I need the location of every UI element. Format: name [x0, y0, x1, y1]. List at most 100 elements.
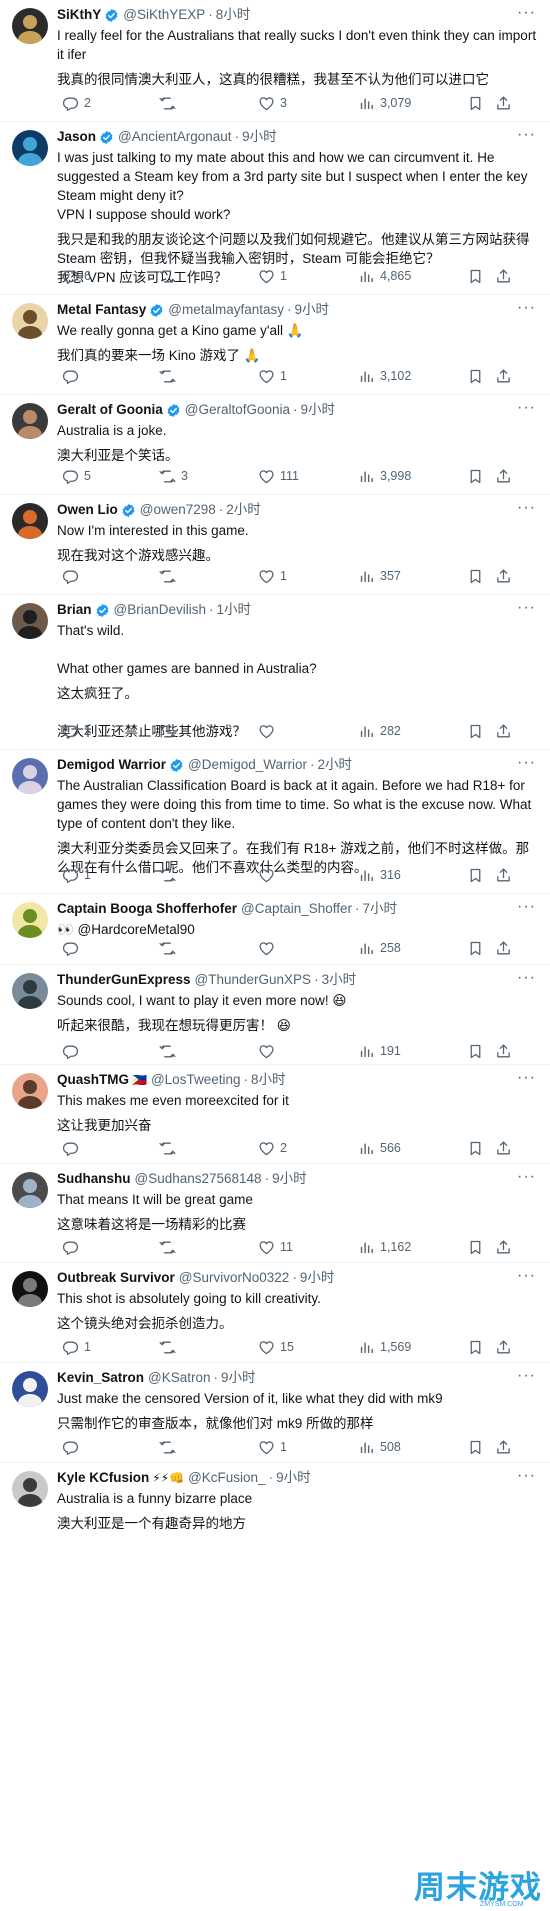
- tweet-item[interactable]: ··· Owen Lio @owen7298 · 2小时 Now I'm interest…: [0, 495, 550, 595]
- user-handle[interactable]: @LosTweeting: [151, 1071, 241, 1089]
- share-button[interactable]: [490, 1438, 512, 1456]
- avatar[interactable]: [12, 973, 48, 1009]
- retweet-button[interactable]: [154, 939, 181, 957]
- display-name[interactable]: QuashTMG: [57, 1071, 129, 1089]
- reply-button[interactable]: 1: [57, 866, 91, 884]
- avatar[interactable]: [12, 8, 48, 44]
- retweet-button[interactable]: 3: [154, 467, 188, 485]
- bookmark-button[interactable]: [462, 1438, 484, 1456]
- timestamp[interactable]: 9小时: [300, 1269, 335, 1287]
- user-handle[interactable]: @Sudhans27568148: [135, 1170, 262, 1188]
- display-name[interactable]: Sudhanshu: [57, 1170, 131, 1188]
- user-handle[interactable]: @metalmayfantasy: [168, 301, 284, 319]
- views-button[interactable]: 566: [353, 1139, 401, 1157]
- share-button[interactable]: [490, 866, 512, 884]
- share-button[interactable]: [490, 367, 512, 385]
- display-name[interactable]: Demigod Warrior: [57, 756, 166, 774]
- tweet-item[interactable]: ··· Jason @AncientArgonaut · 9小时 I was just t…: [0, 122, 550, 295]
- reply-button[interactable]: [57, 1042, 84, 1060]
- like-button[interactable]: 3: [253, 94, 287, 112]
- share-button[interactable]: [490, 939, 512, 957]
- avatar[interactable]: [12, 1073, 48, 1109]
- timestamp[interactable]: 9小时: [276, 1469, 311, 1487]
- reply-button[interactable]: 6: [57, 267, 91, 285]
- avatar[interactable]: [12, 503, 48, 539]
- bookmark-button[interactable]: [462, 467, 484, 485]
- share-button[interactable]: [490, 567, 512, 585]
- share-button[interactable]: [490, 467, 512, 485]
- avatar[interactable]: [12, 1271, 48, 1307]
- like-button[interactable]: [253, 939, 280, 957]
- reply-button[interactable]: [57, 567, 84, 585]
- bookmark-button[interactable]: [462, 567, 484, 585]
- like-button[interactable]: [253, 722, 280, 740]
- display-name[interactable]: Owen Lio: [57, 501, 118, 519]
- avatar[interactable]: [12, 403, 48, 439]
- tweet-item[interactable]: ··· Demigod Warrior @Demigod_Warrior · 2小时 Th…: [0, 750, 550, 894]
- avatar[interactable]: [12, 902, 48, 938]
- tweet-item[interactable]: ··· QuashTMG 🇵🇭 @LosTweeting · 8小时 This makes …: [0, 1065, 550, 1164]
- display-name[interactable]: Outbreak Survivor: [57, 1269, 175, 1287]
- retweet-button[interactable]: [154, 1438, 181, 1456]
- display-name[interactable]: ThunderGunExpress: [57, 971, 191, 989]
- like-button[interactable]: 1: [253, 267, 287, 285]
- timestamp[interactable]: 1小时: [217, 601, 252, 619]
- retweet-button[interactable]: [154, 1338, 181, 1356]
- like-button[interactable]: [253, 1042, 280, 1060]
- timestamp[interactable]: 9小时: [242, 128, 277, 146]
- avatar[interactable]: [12, 303, 48, 339]
- avatar[interactable]: [12, 758, 48, 794]
- user-handle[interactable]: @SiKthYEXP: [123, 6, 205, 24]
- user-handle[interactable]: @owen7298: [140, 501, 216, 519]
- display-name[interactable]: Brian: [57, 601, 92, 619]
- avatar[interactable]: [12, 1371, 48, 1407]
- share-button[interactable]: [490, 267, 512, 285]
- display-name[interactable]: Captain Booga Shofferhofer: [57, 900, 237, 918]
- retweet-button[interactable]: [154, 1042, 181, 1060]
- retweet-button[interactable]: [154, 94, 181, 112]
- timestamp[interactable]: 9小时: [295, 301, 330, 319]
- retweet-button[interactable]: [154, 1139, 181, 1157]
- tweet-item[interactable]: ··· Metal Fantasy @metalmayfantasy · 9小时 We r…: [0, 295, 550, 395]
- display-name[interactable]: Geralt of Goonia: [57, 401, 163, 419]
- avatar[interactable]: [12, 603, 48, 639]
- display-name[interactable]: Kevin_Satron: [57, 1369, 144, 1387]
- bookmark-button[interactable]: [462, 939, 484, 957]
- user-handle[interactable]: @SurvivorNo0322: [179, 1269, 290, 1287]
- views-button[interactable]: 508: [353, 1438, 401, 1456]
- views-button[interactable]: 1,569: [353, 1338, 411, 1356]
- timestamp[interactable]: 2小时: [318, 756, 353, 774]
- like-button[interactable]: 1: [253, 367, 287, 385]
- bookmark-button[interactable]: [462, 722, 484, 740]
- timestamp[interactable]: 9小时: [301, 401, 336, 419]
- like-button[interactable]: 1: [253, 567, 287, 585]
- reply-button[interactable]: 2: [57, 94, 91, 112]
- share-button[interactable]: [490, 1338, 512, 1356]
- bookmark-button[interactable]: [462, 1139, 484, 1157]
- bookmark-button[interactable]: [462, 1338, 484, 1356]
- user-handle[interactable]: @Demigod_Warrior: [188, 756, 307, 774]
- views-button[interactable]: 191: [353, 1042, 401, 1060]
- reply-button[interactable]: [57, 367, 84, 385]
- tweet-item[interactable]: ··· Geralt of Goonia @GeraltofGoonia · 9小时 Au…: [0, 395, 550, 495]
- retweet-button[interactable]: [154, 267, 181, 285]
- tweet-item[interactable]: ··· SiKthY @SiKthYEXP · 8小时 I really feel for…: [0, 0, 550, 122]
- retweet-button[interactable]: [154, 866, 181, 884]
- like-button[interactable]: 111: [253, 467, 299, 485]
- user-handle[interactable]: @BrianDevilish: [114, 601, 206, 619]
- views-button[interactable]: 3,998: [353, 467, 411, 485]
- reply-button[interactable]: [57, 1139, 84, 1157]
- reply-button[interactable]: 1: [57, 722, 91, 740]
- user-handle[interactable]: @ThunderGunXPS: [195, 971, 312, 989]
- user-handle[interactable]: @AncientArgonaut: [118, 128, 232, 146]
- reply-button[interactable]: [57, 1238, 84, 1256]
- retweet-button[interactable]: [154, 567, 181, 585]
- avatar[interactable]: [12, 1172, 48, 1208]
- display-name[interactable]: SiKthY: [57, 6, 101, 24]
- views-button[interactable]: 4,865: [353, 267, 411, 285]
- like-button[interactable]: [253, 866, 280, 884]
- avatar[interactable]: [12, 130, 48, 166]
- like-button[interactable]: 2: [253, 1139, 287, 1157]
- share-button[interactable]: [490, 722, 512, 740]
- views-button[interactable]: 258: [353, 939, 401, 957]
